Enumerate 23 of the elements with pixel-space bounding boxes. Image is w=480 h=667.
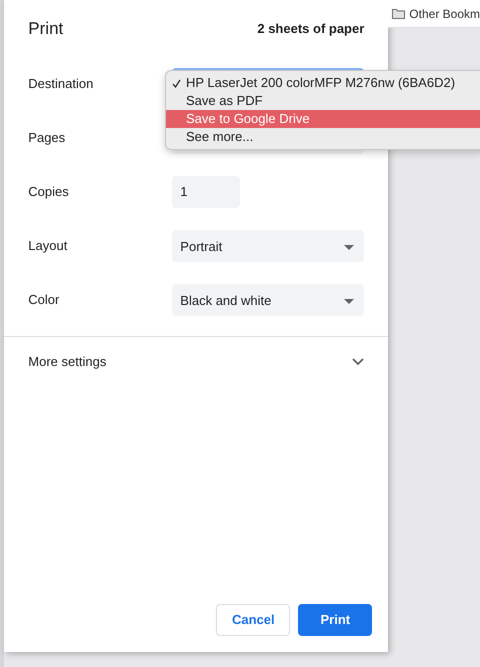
sheet-count: 2 sheets of paper [257, 20, 364, 38]
dialog-title: Print [28, 18, 64, 40]
more-settings-toggle[interactable]: More settings [4, 336, 388, 386]
menu-item-label: Save to Google Drive [186, 110, 310, 128]
setting-label: Destination [28, 74, 94, 93]
setting-label: Layout [28, 236, 68, 255]
menu-item-label: HP LaserJet 200 colorMFP M276nw (6BA6D2) [186, 74, 456, 92]
select-value: Portrait [180, 238, 222, 256]
setting-label: Color [28, 290, 60, 309]
menu-item-label: Save as PDF [186, 92, 263, 110]
copies-field[interactable]: 1 [172, 176, 240, 208]
menu-item[interactable]: Save as PDF [166, 92, 480, 110]
menu-item-label: See more... [186, 128, 254, 146]
bookmark-label[interactable]: Other Bookm [409, 4, 480, 22]
select-field[interactable]: Portrait [172, 230, 364, 262]
cancel-button[interactable]: Cancel [216, 604, 290, 636]
select-value: Black and white [180, 292, 272, 310]
menu-item[interactable]: See more... [166, 128, 480, 146]
setting-label: Copies [28, 182, 70, 201]
setting-label: Pages [28, 128, 66, 147]
select-field[interactable]: Black and white [172, 284, 364, 316]
menu-item[interactable]: HP LaserJet 200 colorMFP M276nw (6BA6D2) [166, 74, 480, 92]
print-button[interactable]: Print [298, 604, 372, 636]
